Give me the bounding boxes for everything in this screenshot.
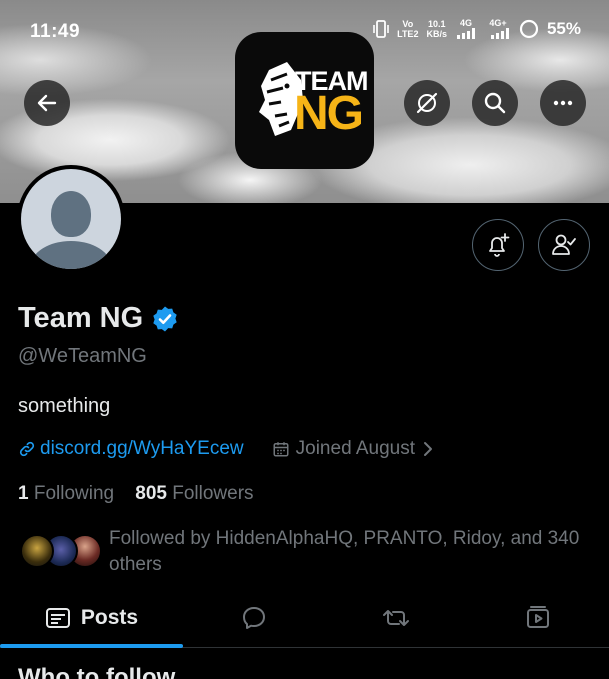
volte-indicator: Vo LTE2	[397, 19, 418, 39]
display-name: Team NG	[18, 302, 144, 334]
more-icon	[553, 100, 573, 106]
profile-tabs: Posts	[0, 588, 609, 648]
verified-badge-icon[interactable]	[151, 305, 179, 333]
profile-handle: @WeTeamNG	[18, 345, 147, 367]
profile-avatar[interactable]	[17, 165, 125, 273]
who-to-follow-title: Who to follow	[18, 664, 176, 679]
search-icon	[484, 92, 506, 114]
grok-button[interactable]	[404, 80, 450, 126]
following-button[interactable]	[538, 219, 590, 271]
signal-2: 4G+	[485, 18, 511, 39]
team-logo: TEAM NG	[235, 32, 374, 169]
following-label: Following	[33, 483, 115, 504]
reply-icon	[243, 606, 265, 629]
chevron-right-icon	[424, 442, 433, 456]
followers-count: 805	[135, 483, 167, 504]
media-icon	[527, 605, 549, 628]
follower-avatar	[20, 534, 54, 568]
follow-counts: 1 Following 805 Followers	[18, 483, 254, 505]
tab-active-indicator	[0, 644, 183, 648]
more-button[interactable]	[540, 80, 586, 126]
back-button[interactable]	[24, 80, 70, 126]
joined-date[interactable]: Joined August	[272, 438, 435, 460]
profile-bio: something	[18, 395, 111, 417]
battery-ring-icon	[519, 19, 539, 38]
person-check-icon	[552, 234, 576, 255]
followed-by[interactable]: Followed by HiddenAlphaHQ, PRANTO, Ridoy…	[20, 526, 595, 576]
posts-icon	[45, 607, 70, 628]
link-icon	[19, 441, 35, 457]
tab-posts[interactable]: Posts	[0, 588, 183, 647]
signal-bars-icon	[456, 28, 475, 39]
speed-unit: KB/s	[426, 28, 447, 39]
tab-media[interactable]	[467, 588, 609, 647]
followers-link[interactable]: 805 Followers	[135, 483, 253, 504]
vibrate-icon	[373, 19, 389, 38]
followers-avatars	[20, 534, 104, 570]
speed-value: 10.1	[427, 18, 446, 29]
repost-icon	[383, 609, 409, 626]
followers-label: Followers	[172, 483, 254, 504]
tab-posts-label: Posts	[80, 605, 139, 629]
net-speed: 10.1 KB/s	[426, 19, 447, 39]
followed-by-text: Followed by HiddenAlphaHQ, PRANTO, Ridoy…	[109, 528, 580, 575]
profile-name: Team NG	[18, 302, 179, 335]
arrow-left-icon	[37, 94, 57, 112]
search-button[interactable]	[472, 80, 518, 126]
status-icons: Vo LTE2 10.1 KB/s 4G 4G+ 55%	[373, 18, 581, 39]
tab-replies[interactable]	[183, 588, 325, 647]
following-link[interactable]: 1 Following	[18, 483, 114, 504]
notifications-button[interactable]	[472, 219, 524, 271]
profile-link-text[interactable]: discord.gg/WyHaYEcew	[40, 438, 244, 460]
battery-percent: 55%	[546, 18, 581, 38]
signal-1-label: 4G	[459, 18, 472, 28]
status-time: 11:49	[30, 21, 81, 42]
volte-bottom: LTE2	[397, 28, 419, 39]
signal-bars-icon	[490, 28, 509, 39]
tab-reposts[interactable]	[325, 588, 467, 647]
bell-plus-icon	[489, 233, 510, 257]
grok-slash-icon	[416, 92, 438, 114]
signal-1: 4G	[455, 18, 477, 39]
calendar-icon	[273, 442, 289, 457]
joined-text: Joined August	[295, 438, 416, 459]
profile-link[interactable]: discord.gg/WyHaYEcew	[18, 438, 244, 460]
default-avatar-icon	[21, 169, 121, 269]
logo-text-bottom: NG	[294, 87, 364, 140]
following-count: 1	[18, 483, 29, 504]
volte-top: Vo	[402, 18, 414, 29]
profile-meta: discord.gg/WyHaYEcew Joined August	[18, 438, 435, 460]
signal-2-label: 4G+	[489, 18, 507, 28]
